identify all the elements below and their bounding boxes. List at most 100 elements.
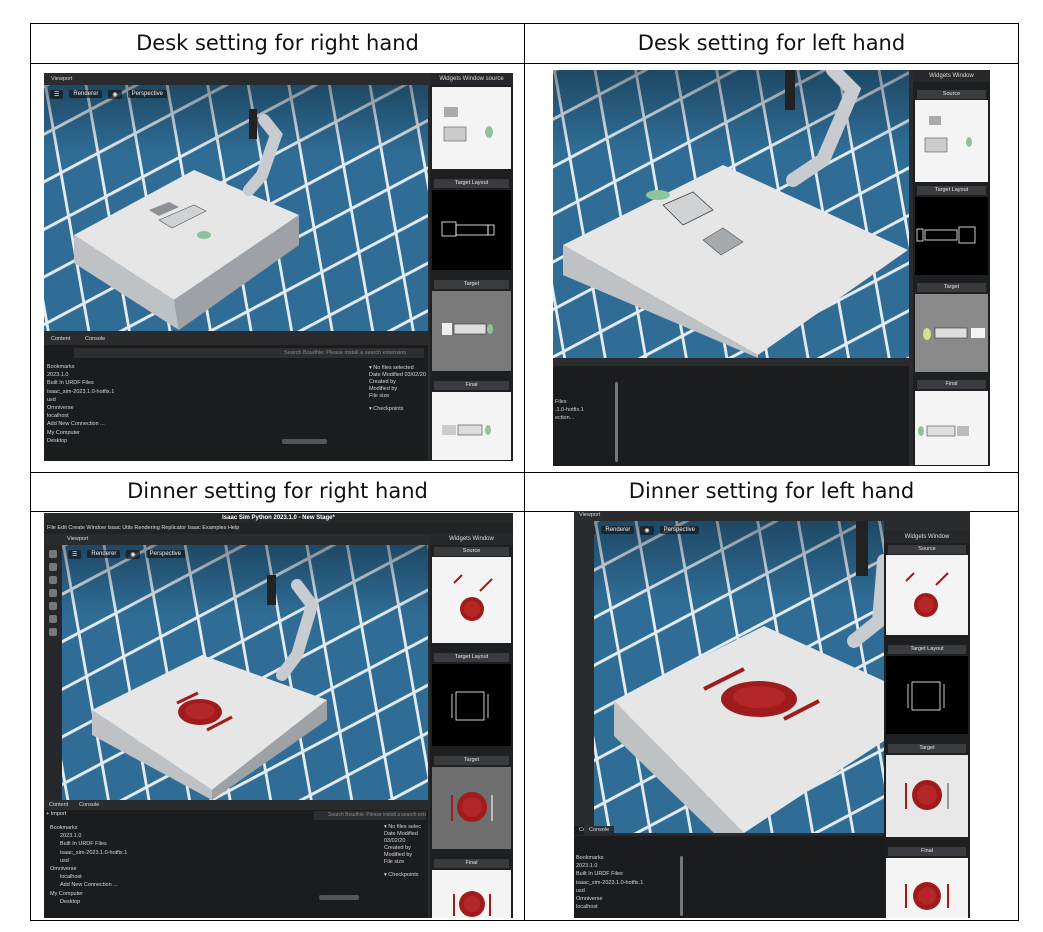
target-layout-label: Target Layout: [888, 645, 966, 654]
renderer-button[interactable]: Renderer: [601, 526, 635, 534]
final-thumbnail: [915, 391, 988, 465]
content-tab[interactable]: Content: [46, 335, 76, 344]
source-label: Source: [888, 545, 966, 554]
tree-item: isaac_sim-2023.1.0-hotfix.1: [60, 849, 128, 856]
tree-item: My Computer: [50, 890, 84, 897]
camera-icon[interactable]: ◉: [126, 549, 140, 559]
file-info: ▾ No files selected Date Modified 03/02/…: [369, 365, 426, 412]
widgets-window: Widgets Window Source Target Layout Targ…: [913, 70, 990, 466]
target-label: Target: [888, 744, 966, 753]
rotate-icon[interactable]: [48, 576, 57, 584]
target-layout-label: Target Layout: [917, 186, 986, 195]
widgets-window-title: Widgets Window source: [430, 73, 513, 85]
play-icon[interactable]: [48, 615, 57, 623]
scrollbar[interactable]: [319, 895, 359, 900]
viewport[interactable]: ☰ Renderer ◉ Perspective: [62, 545, 428, 800]
widgets-window-title: Widgets Window: [913, 70, 990, 82]
tree-item: Built In URDF Files: [60, 841, 107, 848]
row-divider: [31, 63, 1018, 64]
widgets-window: Widgets Window Source Target Layout Targ…: [884, 531, 970, 918]
tree-item: 2023.1.0: [47, 372, 69, 379]
camera-icon[interactable]: ◉: [640, 525, 654, 535]
tree-item: isaac_sim-2023.1.0-hotfix.1: [47, 388, 115, 395]
tree-item: Bookmarks: [47, 364, 75, 370]
target-thumbnail: [432, 767, 511, 849]
screenshot-dinner-right: Isaac Sim Python 2023.1.0 - New Stage* F…: [44, 513, 513, 918]
console-panel: Files .1.0-hotfix.1 ection...: [553, 366, 909, 466]
bookmark-tree: Bookmarks 2023.1.0 Built In URDF Files i…: [50, 824, 127, 906]
final-thumbnail: [886, 858, 968, 918]
screenshot-desk-left: Files .1.0-hotfix.1 ection... Widgets Wi…: [553, 70, 990, 466]
search-input[interactable]: Search Boudhle: Please install a search …: [74, 348, 424, 358]
stop-icon[interactable]: [48, 628, 57, 636]
tree-item: Built In URDF Files: [47, 380, 94, 387]
tree-item: Bookmarks: [50, 825, 78, 831]
target-label: Target: [434, 756, 509, 765]
tree-item: 2023.1.0: [576, 863, 598, 870]
perspective-button[interactable]: Perspective: [145, 550, 186, 558]
import-button[interactable]: + Import: [46, 811, 66, 817]
caption-dinner-right: Dinner setting for right hand: [127, 479, 428, 503]
final-label: Final: [434, 381, 509, 390]
widgets-window-title: Widgets Window: [884, 531, 970, 543]
tree-item: 2023.1.0: [60, 833, 82, 840]
final-thumbnail: [432, 392, 511, 460]
search-input[interactable]: Search Boudhle: Please install a search …: [314, 811, 426, 820]
target-layout-thumbnail: [432, 190, 511, 270]
target-layout-thumbnail: [915, 197, 988, 275]
console-tab[interactable]: Console: [584, 826, 615, 835]
tree-item: usd: [576, 887, 585, 894]
target-layout-thumbnail: [886, 656, 968, 734]
viewport[interactable]: ☰ Renderer ◉ Perspective: [594, 521, 884, 833]
tree-item: Desktop: [60, 898, 81, 905]
tree-item: Built In URDF Files: [576, 871, 623, 878]
screenshot-dinner-left: Viewport ☰ Renderer ◉ Perspective Conten…: [574, 511, 970, 918]
target-layout-thumbnail: [432, 664, 511, 746]
scrollbar[interactable]: [282, 439, 327, 444]
console-tab[interactable]: Console: [74, 801, 105, 810]
content-browser: Bookmarks 2023.1.0 Built In URDF Files i…: [574, 836, 884, 918]
camera-icon[interactable]: ◉: [108, 89, 122, 99]
viewport-tab[interactable]: Viewport: [574, 511, 606, 520]
console-tab[interactable]: Console: [80, 335, 111, 344]
scrollbar[interactable]: [615, 382, 618, 462]
caption-desk-right: Desk setting for right hand: [136, 31, 419, 55]
menu-icon[interactable]: ☰: [594, 525, 596, 535]
menu-icon[interactable]: ☰: [50, 89, 64, 99]
final-thumbnail: [432, 870, 511, 918]
tree-item: usd: [47, 396, 56, 403]
scale-icon[interactable]: [48, 589, 57, 597]
tree-fragment: Files .1.0-hotfix.1 ection...: [555, 399, 584, 422]
viewport-tab[interactable]: Viewport: [46, 75, 78, 84]
scrollbar[interactable]: [680, 856, 683, 916]
snap-icon[interactable]: [48, 602, 57, 610]
content-browser: Search Boudhle: Please install a search …: [44, 345, 428, 461]
tree-item: Omniverse: [47, 405, 74, 412]
source-thumbnail: [432, 557, 511, 643]
source-label: Source: [434, 547, 509, 556]
move-icon[interactable]: [48, 563, 57, 571]
target-layout-label: Target Layout: [434, 179, 509, 188]
select-icon[interactable]: [48, 550, 57, 558]
target-layout-label: Target Layout: [434, 653, 509, 662]
renderer-button[interactable]: Renderer: [87, 550, 121, 558]
renderer-button[interactable]: Renderer: [69, 90, 103, 98]
tree-item: isaac_sim-2023.1.0-hotfix.1: [576, 879, 644, 886]
tree-item: Omniverse: [576, 896, 603, 903]
perspective-button[interactable]: Perspective: [659, 526, 700, 534]
final-label: Final: [917, 380, 986, 389]
viewport[interactable]: ☰ Renderer ◉ Perspective: [44, 85, 428, 331]
source-thumbnail: [915, 100, 988, 182]
screenshot-desk-right: Viewport ☰ Renderer ◉ Perspective Conten…: [44, 73, 513, 461]
file-info: ▾ No files selec Date Modified 03/02/20 …: [384, 824, 421, 878]
tree-item: Bookmarks: [576, 855, 604, 861]
viewport-tab[interactable]: Viewport: [62, 535, 94, 544]
menu-icon[interactable]: ☰: [68, 549, 82, 559]
target-label: Target: [434, 280, 509, 289]
source-thumbnail: [886, 555, 968, 635]
content-tab[interactable]: Content: [44, 801, 74, 810]
tree-item: localhost: [47, 413, 69, 420]
viewport[interactable]: [553, 70, 909, 358]
source-thumbnail: [432, 87, 511, 169]
perspective-button[interactable]: Perspective: [127, 90, 168, 98]
